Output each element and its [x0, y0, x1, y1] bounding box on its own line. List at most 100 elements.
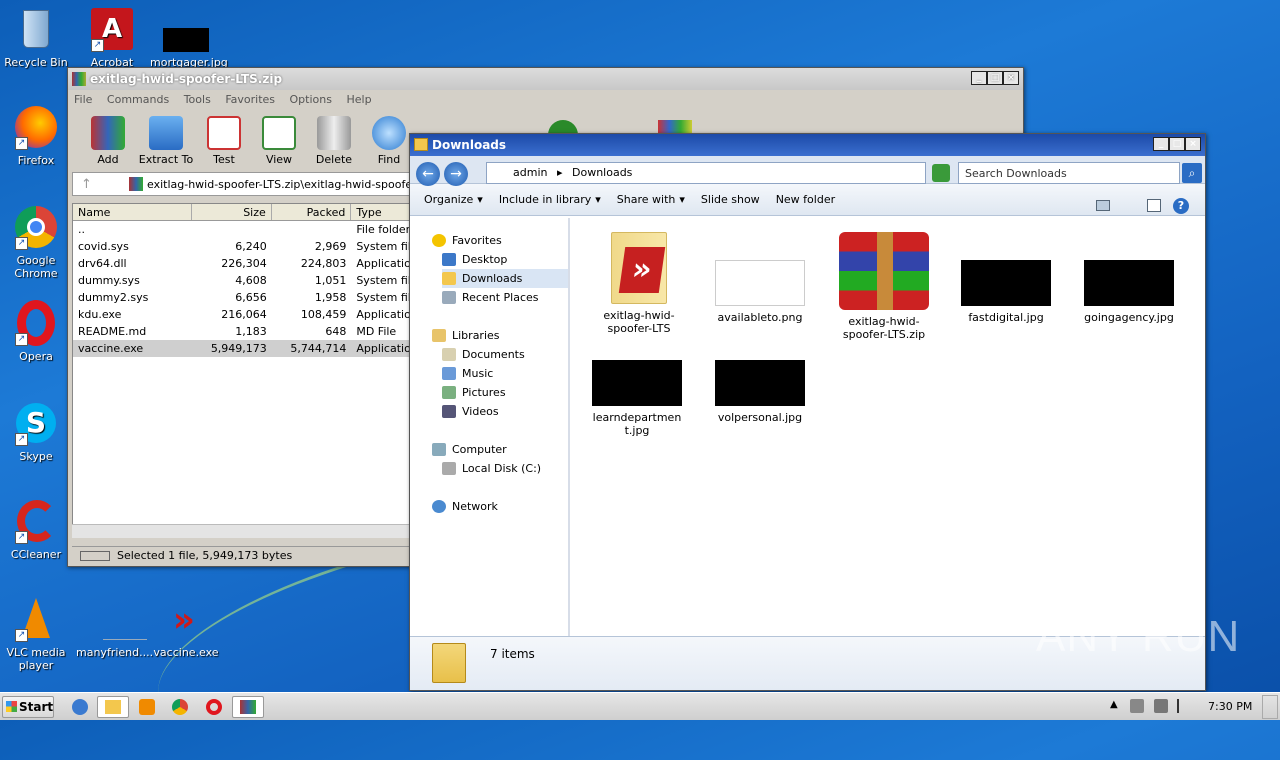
view-options-icon[interactable]: [1096, 200, 1110, 211]
nav-libraries[interactable]: Libraries: [432, 326, 500, 345]
column-packed[interactable]: Packed: [272, 204, 352, 220]
forward-button[interactable]: →: [444, 162, 468, 186]
maximize-button[interactable]: □: [987, 71, 1003, 85]
maximize-button[interactable]: □: [1169, 137, 1185, 151]
desktop-icon-skype[interactable]: S ↗ Skype: [0, 400, 72, 463]
address-bar[interactable]: admin ▸ Downloads: [486, 162, 926, 184]
test-button[interactable]: Test: [196, 116, 252, 166]
ie-icon[interactable]: [72, 699, 88, 715]
opera-icon[interactable]: [206, 699, 222, 715]
desktop-icon-chrome[interactable]: ↗ Google Chrome: [0, 204, 72, 280]
show-desktop-button[interactable]: [1262, 695, 1278, 719]
nav-computer[interactable]: Computer: [432, 440, 507, 459]
explorer-taskbar-button[interactable]: [97, 696, 129, 718]
image-file-icon: [163, 6, 209, 52]
table-row[interactable]: .. File folder: [73, 221, 409, 238]
show-hidden-icons-icon[interactable]: ▲: [1110, 699, 1118, 710]
network-status-icon[interactable]: [1154, 699, 1168, 713]
preview-pane-icon[interactable]: [1147, 199, 1161, 212]
help-icon[interactable]: ?: [1173, 198, 1189, 214]
file-item[interactable]: volpersonal.jpg: [705, 360, 815, 424]
volume-icon[interactable]: [1130, 699, 1144, 713]
desktop-icon-ccleaner[interactable]: ↗ CCleaner: [0, 498, 72, 561]
nav-music[interactable]: Music: [442, 364, 493, 383]
nav-favorites[interactable]: Favorites: [432, 231, 502, 250]
nav-recent-places[interactable]: Recent Places: [442, 288, 539, 307]
organize-button[interactable]: Organize: [424, 193, 473, 206]
desktop-icon-opera[interactable]: ↗ Opera: [0, 300, 72, 363]
desktop-icon-recycle-bin[interactable]: Recycle Bin: [0, 6, 72, 69]
table-row[interactable]: vaccine.exe 5,949,173 5,744,714 Application: [73, 340, 409, 357]
table-row[interactable]: covid.sys 6,240 2,969 System file: [73, 238, 409, 255]
search-input[interactable]: Search Downloads: [958, 162, 1180, 184]
archive-file-list[interactable]: Name Size Packed Type .. File folder covid…: [72, 203, 410, 538]
table-row[interactable]: README.md 1,183 648 MD File: [73, 323, 409, 340]
explorer-window[interactable]: Downloads _ □ × ← → admin ▸ Downloads Se…: [409, 133, 1206, 691]
column-size[interactable]: Size: [192, 204, 272, 220]
menu-file[interactable]: File: [74, 93, 92, 106]
file-item[interactable]: » exitlag-hwid-spoofer-LTS: [584, 232, 694, 335]
nav-network[interactable]: Network: [432, 497, 498, 516]
menu-commands[interactable]: Commands: [107, 93, 169, 106]
action-center-flag-icon[interactable]: [1177, 699, 1189, 713]
desktop-icon-vlc[interactable]: ↗ VLC media player: [0, 596, 72, 672]
file-view[interactable]: » exitlag-hwid-spoofer-LTS availableto.p…: [572, 218, 1205, 636]
up-arrow-icon[interactable]: ↑: [81, 177, 92, 192]
new-folder-button[interactable]: New folder: [776, 193, 835, 206]
nav-local-disk[interactable]: Local Disk (C:): [442, 459, 541, 478]
share-with-button[interactable]: Share with: [617, 193, 676, 206]
minimize-button[interactable]: _: [971, 71, 987, 85]
clock[interactable]: 7:30 PM: [1208, 700, 1252, 713]
search-icon[interactable]: ⌕: [1182, 163, 1202, 183]
menu-help[interactable]: Help: [346, 93, 371, 106]
menu-options[interactable]: Options: [290, 93, 332, 106]
nav-downloads[interactable]: Downloads: [442, 269, 568, 288]
explorer-title-bar[interactable]: Downloads _ □ ×: [410, 134, 1205, 156]
breadcrumb-downloads[interactable]: Downloads: [572, 166, 632, 179]
horizontal-scrollbar[interactable]: [72, 524, 410, 538]
column-name[interactable]: Name: [73, 204, 193, 220]
file-item[interactable]: availableto.png: [705, 232, 815, 324]
refresh-icon[interactable]: [932, 164, 950, 182]
winrar-taskbar-button[interactable]: [232, 696, 264, 718]
breadcrumb-admin[interactable]: admin: [513, 166, 547, 179]
start-button[interactable]: Start: [2, 696, 54, 718]
file-item[interactable]: exitlag-hwid-spoofer-LTS.zip: [829, 232, 939, 341]
view-button[interactable]: View: [251, 116, 307, 166]
close-button[interactable]: ×: [1185, 137, 1201, 151]
desktop-icon-vaccine[interactable]: » vaccine.exe: [150, 596, 222, 659]
file-item[interactable]: goingagency.jpg: [1074, 232, 1184, 324]
delete-button[interactable]: Delete: [306, 116, 362, 166]
archive-path-bar[interactable]: ↑ exitlag-hwid-spoofer-LTS.zip\exitlag-h…: [72, 172, 412, 196]
table-row[interactable]: dummy2.sys 6,656 1,958 System file: [73, 289, 409, 306]
menu-tools[interactable]: Tools: [184, 93, 211, 106]
slide-show-button[interactable]: Slide show: [701, 193, 760, 206]
add-button[interactable]: Add: [80, 116, 136, 166]
nav-pictures[interactable]: Pictures: [442, 383, 506, 402]
desktop-icon-acrobat[interactable]: A ↗ Acrobat: [76, 6, 148, 69]
winrar-title-bar[interactable]: exitlag-hwid-spoofer-LTS.zip _ □ ×: [68, 68, 1023, 90]
table-row[interactable]: kdu.exe 216,064 108,459 Application: [73, 306, 409, 323]
minimize-button[interactable]: _: [1153, 137, 1169, 151]
opera-icon: ↗: [13, 300, 59, 346]
extract-to-button[interactable]: Extract To: [138, 116, 194, 166]
media-player-icon[interactable]: [139, 699, 155, 715]
table-row[interactable]: drv64.dll 226,304 224,803 Application: [73, 255, 409, 272]
nav-documents[interactable]: Documents: [442, 345, 525, 364]
include-in-library-button[interactable]: Include in library: [499, 193, 591, 206]
column-type[interactable]: Type: [351, 204, 409, 220]
nav-desktop[interactable]: Desktop: [442, 250, 507, 269]
file-item[interactable]: learndepartment.jpg: [582, 360, 692, 437]
chrome-icon[interactable]: [172, 699, 188, 715]
back-button[interactable]: ←: [416, 162, 440, 186]
menu-favorites[interactable]: Favorites: [225, 93, 275, 106]
file-item[interactable]: fastdigital.jpg: [951, 232, 1061, 324]
close-button[interactable]: ×: [1003, 71, 1019, 85]
cell-type: Application: [356, 308, 409, 321]
desktop-icon-manyfriend[interactable]: manyfriend....: [76, 596, 153, 659]
table-row[interactable]: dummy.sys 4,608 1,051 System file: [73, 272, 409, 289]
nav-videos[interactable]: Videos: [442, 402, 499, 421]
desktop-icon-mortgager[interactable]: mortgager.jpg: [150, 6, 228, 69]
desktop-icon-label: Opera: [19, 350, 53, 363]
desktop-icon-firefox[interactable]: ↗ Firefox: [0, 104, 72, 167]
